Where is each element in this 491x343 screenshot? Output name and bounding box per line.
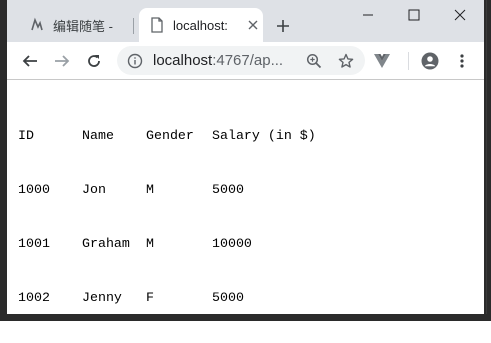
table-row: 1000 Jon M 5000 [18,181,332,199]
cell-name: Graham [82,236,130,251]
header-salary: Salary (in $) [212,128,316,143]
cell-salary: 5000 [212,290,244,305]
url-path: :4767/ap... [212,52,284,69]
window-frame-left [0,0,7,321]
url-host: localhost [153,52,213,69]
menu-dots-icon [460,54,464,68]
minimize-icon [362,14,373,16]
cell-name: Jon [82,182,106,197]
cell-id: 1000 [18,182,50,197]
document-icon [149,17,165,33]
tab-separator [133,18,134,34]
header-gender: Gender [146,128,194,143]
window-frame-right [484,0,491,321]
account-button[interactable] [416,47,444,75]
toolbar-divider [408,52,409,70]
header-name: Name [82,128,114,143]
tab-localhost[interactable]: localhost: [139,8,263,42]
ui-logo-icon [29,17,45,33]
vue-devtools-button[interactable] [368,47,396,75]
account-icon [421,52,439,70]
maximize-button[interactable] [391,0,436,30]
tab-title: localhost: [173,17,228,33]
table-row: 1001 Graham M 10000 [18,235,332,253]
cell-id: 1001 [18,236,50,251]
zoom-icon[interactable] [303,50,325,72]
maximize-icon [408,9,419,21]
new-tab-button[interactable] [271,14,295,38]
tab-editor[interactable]: 编辑随笔 - [19,8,145,42]
vue-devtools-icon [374,54,390,68]
reload-button[interactable] [80,47,108,75]
browser-menu-button[interactable] [448,47,476,75]
forward-arrow-icon [55,55,70,67]
cell-id: 1002 [18,290,50,305]
close-window-icon [454,9,465,21]
tab-strip: 编辑随笔 - localhost: [7,0,484,42]
cell-gender: M [146,182,154,197]
browser-toolbar: localhost:4767/ap... [7,42,484,80]
tab-title: 编辑随笔 - [53,18,113,34]
cell-salary: 10000 [212,236,252,251]
employee-table: ID Name Gender Salary (in $) 1000 Jon M … [18,91,332,343]
info-icon[interactable] [125,51,145,71]
star-icon[interactable] [335,50,357,72]
back-arrow-icon [22,55,37,67]
back-button[interactable] [16,47,44,75]
cell-gender: F [146,290,154,305]
table-header-row: ID Name Gender Salary (in $) [18,127,332,145]
table-row: 1002 Jenny F 5000 [18,289,332,307]
minimize-button[interactable] [345,0,390,30]
page-content: ID Name Gender Salary (in $) 1000 Jon M … [7,80,484,314]
plus-icon [277,20,289,32]
header-id: ID [18,128,34,143]
reload-icon [88,55,100,67]
url-text: localhost:4767/ap... [153,52,293,69]
cell-name: Jenny [82,290,122,305]
cell-gender: M [146,236,154,251]
cell-salary: 5000 [212,182,244,197]
close-icon[interactable] [245,17,261,33]
address-bar[interactable]: localhost:4767/ap... [117,46,365,75]
close-window-button[interactable] [437,0,482,30]
forward-button[interactable] [48,47,76,75]
